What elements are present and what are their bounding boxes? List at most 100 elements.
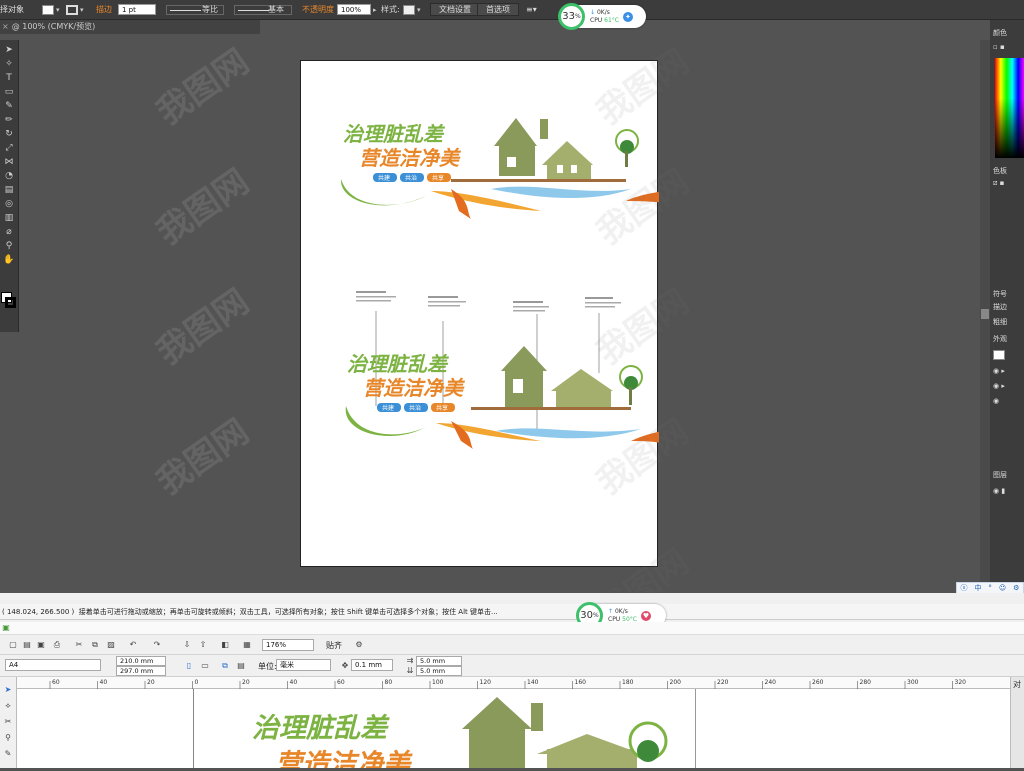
fill-stroke-mini-icon[interactable]: ▫ ▪ — [993, 42, 1005, 53]
tab-color[interactable]: 颜色 — [993, 28, 1007, 39]
width-tool-icon[interactable]: ⋈ — [3, 156, 15, 168]
magic-wand-icon[interactable]: ✧ — [3, 58, 15, 70]
blend-tool-icon[interactable]: ◎ — [3, 198, 15, 210]
landscape-icon[interactable]: ▭ — [200, 661, 210, 671]
tab-symbols[interactable]: 符号 — [993, 289, 1007, 300]
color-spectrum[interactable] — [995, 58, 1024, 158]
ime-lang[interactable]: 中 — [974, 583, 981, 593]
ime-emoji-icon[interactable]: ☺ — [999, 584, 1006, 592]
page-width-field[interactable]: 210.0 mm — [116, 656, 166, 666]
rectangle-tool-icon[interactable]: ▭ — [3, 86, 15, 98]
undo-icon[interactable]: ↶ — [128, 640, 138, 650]
gradient-tool-icon[interactable]: ▤ — [3, 184, 15, 196]
fill-swatch[interactable]: ▾ — [42, 3, 60, 16]
zoom-level-field[interactable]: 176% — [262, 639, 314, 651]
nudge-distance-field[interactable]: 0.1 mm — [351, 659, 393, 671]
none-swatch-icon[interactable]: ⧄ ▪ — [993, 178, 1004, 189]
orange-ribbon-small — [451, 189, 471, 219]
orange-ribbon-right — [626, 186, 721, 214]
opacity-label[interactable]: 不透明度 — [302, 3, 334, 16]
snap-to-dropdown[interactable]: 贴齐 — [326, 640, 342, 651]
redo-icon[interactable]: ↷ — [152, 640, 162, 650]
corel-canvas[interactable]: 治理脏乱差 营造洁净美 — [17, 689, 1010, 771]
duplicate-y-field[interactable]: 5.0 mm — [416, 666, 462, 676]
stroke-label[interactable]: 描边 — [96, 3, 112, 16]
weight-label: 粗细 — [993, 318, 1007, 326]
ime-settings-icon[interactable]: ⚙ — [1013, 584, 1019, 592]
tab-appearance[interactable]: 外观 — [993, 334, 1007, 345]
layer-eye-icon[interactable]: ◉ ▮ — [993, 486, 1005, 497]
graph-tool-icon[interactable]: ▥ — [3, 212, 15, 224]
print-icon[interactable]: ⎙ — [52, 640, 62, 650]
pen-tool-icon[interactable]: ✎ — [3, 100, 15, 112]
app-launcher-icon[interactable]: ▦ — [242, 640, 252, 650]
tab-layers[interactable]: 图层 — [993, 470, 1007, 481]
shape-tool-icon[interactable]: ⟡ — [3, 701, 13, 711]
boost-icon-2[interactable]: ♥ — [640, 610, 651, 621]
tab-stroke[interactable]: 描边 — [993, 302, 1007, 313]
arrange-icon[interactable]: ≡▾ — [526, 3, 537, 16]
ime-logo-icon[interactable]: ⓢ — [960, 583, 967, 593]
freehand-tool-icon[interactable]: ✎ — [3, 749, 13, 759]
pick-tool-icon[interactable]: ➤ — [3, 685, 13, 695]
stroke-weight-field[interactable]: 1 pt — [118, 3, 156, 16]
performance-meter[interactable]: 33% ↓ 0K/s CPU 61°C ✦ — [558, 3, 646, 30]
save-icon[interactable]: ▣ — [36, 640, 46, 650]
graphic-style-swatch[interactable]: ▾ — [403, 3, 421, 16]
open-icon[interactable]: ▤ — [22, 640, 32, 650]
visibility-eye-icon[interactable]: ◉ ▸ — [993, 366, 1005, 377]
crop-tool-icon[interactable]: ✂ — [3, 717, 13, 727]
type-tool-icon[interactable]: T — [3, 72, 15, 84]
corel-app-icon[interactable]: ▣ — [1, 623, 11, 633]
prefs-button[interactable]: 首选项 — [477, 3, 519, 16]
cut-icon[interactable]: ✂ — [74, 640, 84, 650]
zoom-tool-icon[interactable]: ⚲ — [3, 240, 15, 252]
boost-icon[interactable]: ✦ — [622, 11, 633, 22]
artboard[interactable]: 治理脏乱差 营造洁净美 共建 共治 共享 治理脏乱差 营造洁净美 共建 共治 共… — [300, 60, 721, 567]
selection-tool-icon[interactable]: ➤ — [3, 44, 15, 56]
all-pages-icon[interactable]: ⧉ — [220, 661, 230, 671]
duplicate-x-field[interactable]: 5.0 mm — [416, 656, 462, 666]
document-tab[interactable]: × @ 100% (CMYK/预览) — [0, 20, 260, 34]
zoom-tool-icon-corel[interactable]: ⚲ — [3, 733, 13, 743]
import-icon[interactable]: ⇩ — [182, 640, 192, 650]
options-icon[interactable]: ⚙ — [354, 640, 364, 650]
visibility-eye-icon-2[interactable]: ◉ ▸ — [993, 381, 1005, 392]
tools-panel: ➤ ✧ T ▭ ✎ ✏ ↻ ⤢ ⋈ ◔ ▤ ◎ ▥ ⌀ ⚲ ✋ — [0, 40, 19, 332]
shape-builder-icon[interactable]: ◔ — [3, 170, 15, 182]
watermark: 我图网 — [149, 281, 257, 374]
page-height-field[interactable]: 297.0 mm — [116, 666, 166, 676]
visibility-eye-icon-3[interactable]: ◉ — [993, 396, 999, 407]
opacity-field[interactable]: 100% ▸ — [337, 3, 377, 16]
scroll-thumb[interactable] — [981, 309, 989, 319]
copy-icon[interactable]: ⧉ — [90, 640, 100, 650]
hand-tool-icon[interactable]: ✋ — [3, 254, 15, 266]
close-tab-icon[interactable]: × — [2, 22, 9, 31]
unit-select[interactable]: 毫米 — [276, 659, 331, 671]
paste-icon[interactable]: ▨ — [106, 640, 116, 650]
appearance-swatch[interactable] — [993, 350, 1005, 361]
tab-swatches[interactable]: 色板 — [993, 166, 1007, 177]
tags-row: 共建 共治 共享 — [373, 173, 451, 182]
ruler-tick-label: 220 — [717, 679, 729, 686]
current-page-icon[interactable]: ▤ — [236, 661, 246, 671]
eyedropper-icon[interactable]: ⌀ — [3, 226, 15, 238]
portrait-icon[interactable]: ▯ — [184, 661, 194, 671]
pencil-tool-icon[interactable]: ✏ — [3, 114, 15, 126]
horizontal-ruler[interactable]: 60 40 20 0 20 40 60 80 100 120 140 160 180 200 220 240 2… — [17, 677, 1024, 689]
fill-stroke-indicator[interactable] — [1, 292, 17, 320]
svg-text:共建: 共建 — [382, 404, 394, 412]
publish-pdf-icon[interactable]: ◧ — [220, 640, 230, 650]
ruler-tick-label: 60 — [337, 679, 345, 686]
doc-setup-button[interactable]: 文档设置 — [430, 3, 480, 16]
corel-docker[interactable]: 对 — [1010, 677, 1024, 768]
ime-punct-icon[interactable]: ° — [988, 584, 992, 592]
scale-tool-icon[interactable]: ⤢ — [3, 142, 15, 154]
new-icon[interactable]: ▢ — [8, 640, 18, 650]
export-icon[interactable]: ⇧ — [198, 640, 208, 650]
page-size-select[interactable]: A4 — [5, 659, 101, 671]
title-line2-b: 营造洁净美 — [363, 376, 466, 400]
page-border-left — [193, 689, 194, 768]
stroke-swatch[interactable]: ▾ — [66, 3, 84, 16]
rotate-tool-icon[interactable]: ↻ — [3, 128, 15, 140]
